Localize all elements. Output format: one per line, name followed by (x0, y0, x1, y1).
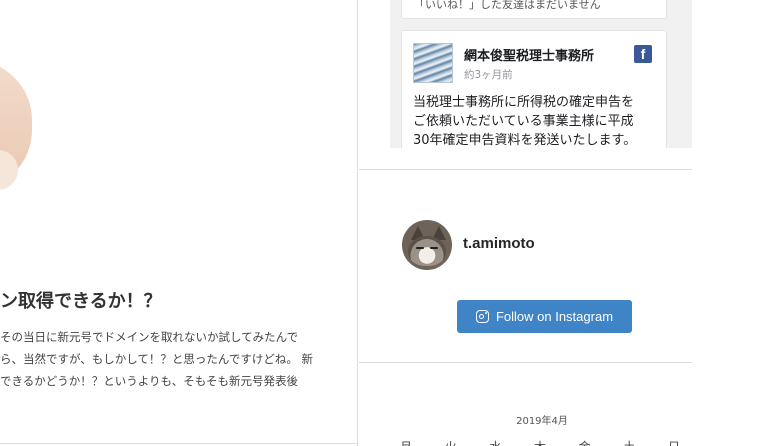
instagram-username[interactable]: t.amimoto (463, 235, 535, 252)
facebook-friends-card: 「いいね！」した友達はまだいません (401, 0, 667, 19)
sidebar-divider (359, 169, 692, 170)
facebook-friends-text: 「いいね！」した友達はまだいません (414, 0, 601, 11)
facebook-post-text: 当税理士事務所に所得税の確定申告を ご依頼いただいている事業主様に平成 30年確… (413, 93, 663, 148)
facebook-post-line: 30年確定申告資料を発送いたします。 (413, 133, 637, 148)
article-excerpt-line: ら、当然ですが、もしかして！？と思ったんですけどね。 新 (0, 352, 314, 366)
facebook-page-thumbnail[interactable] (413, 43, 453, 83)
avatar-cat-eye (430, 247, 438, 249)
sidebar: 「いいね！」した友達はまだいません 網本俊聖税理士事務所 約3ヶ月前 f 当税理… (359, 0, 692, 446)
facebook-page-widget[interactable]: 「いいね！」した友達はまだいません 網本俊聖税理士事務所 約3ヶ月前 f 当税理… (390, 0, 692, 148)
facebook-post-card[interactable]: 網本俊聖税理士事務所 約3ヶ月前 f 当税理士事務所に所得税の確定申告を ご依頼… (401, 30, 667, 148)
article-title[interactable]: ン取得できるか！？ (0, 287, 357, 313)
calendar-weekday: 土 (623, 438, 635, 446)
facebook-post-line: ご依頼いただいている事業主様に平成 (413, 114, 634, 129)
instagram-icon (475, 310, 489, 323)
follow-button-label: Follow on Instagram (495, 309, 614, 324)
calendar-weekday: 火 (445, 438, 457, 446)
avatar-cat-eye (416, 247, 424, 249)
calendar-weekday: 月 (400, 438, 412, 446)
facebook-icon[interactable]: f (634, 45, 652, 63)
article-column: ン取得できるか！？ その当日に新元号でドメインを取れないか試してみたんで ら、当… (0, 0, 358, 446)
article-excerpt: その当日に新元号でドメインを取れないか試してみたんで ら、当然ですが、もしかして… (0, 326, 357, 392)
calendar-weekday: 日 (668, 438, 680, 446)
follow-on-instagram-button[interactable]: Follow on Instagram (457, 300, 632, 333)
article-divider (0, 443, 357, 444)
facebook-post-time[interactable]: 約3ヶ月前 (464, 67, 513, 82)
instagram-avatar[interactable] (402, 220, 452, 270)
facebook-page-name[interactable]: 網本俊聖税理士事務所 (464, 45, 594, 64)
calendar-caption: 2019年4月 (516, 416, 568, 427)
article-excerpt-line: その当日に新元号でドメインを取れないか試してみたんで (0, 330, 299, 344)
calendar-weekday: 金 (579, 438, 591, 446)
calendar-weekday-header: 月 火 水 木 金 土 日 (400, 438, 680, 446)
calendar-weekday: 木 (534, 438, 546, 446)
article-excerpt-line: できるかどうか！？というよりも、そもそも新元号発表後 (0, 374, 298, 388)
facebook-post-line: 当税理士事務所に所得税の確定申告を (413, 95, 635, 110)
calendar-weekday: 水 (489, 438, 501, 446)
sidebar-divider (359, 362, 692, 363)
avatar-cat-face (408, 236, 446, 266)
